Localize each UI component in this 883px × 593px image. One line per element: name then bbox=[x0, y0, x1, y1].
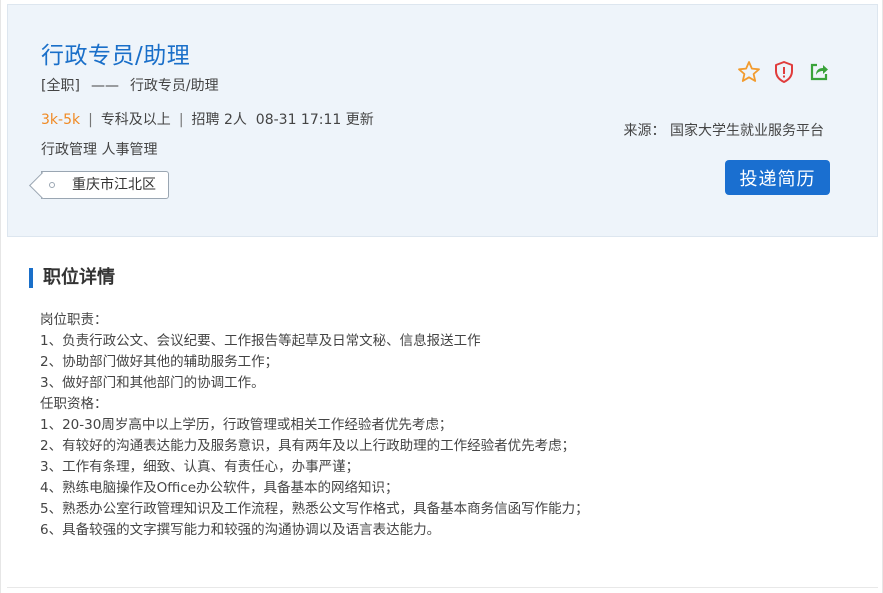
divider bbox=[7, 587, 878, 588]
star-icon[interactable] bbox=[737, 60, 761, 84]
section-heading: 职位详情 bbox=[29, 268, 115, 288]
salary: 3k-5k bbox=[41, 112, 81, 128]
job-title: 行政专员/助理 bbox=[41, 43, 191, 69]
action-icons bbox=[737, 59, 831, 85]
description-line: 2、协助部门做好其他的辅助服务工作； bbox=[40, 354, 279, 370]
job-detail-page: 行政专员/助理 [全职] —— 行政专员/助理 3k-5k | 专科及以上 | 招聘 2人 … bbox=[0, 0, 883, 593]
meta-divider: | bbox=[178, 112, 184, 128]
job-tags: 行政管理 人事管理 bbox=[41, 142, 158, 158]
meta-divider: | bbox=[88, 112, 93, 128]
description-line: 4、熟练电脑操作及Office办公软件，具备基本的网络知识； bbox=[40, 480, 399, 496]
description-line: 任职资格： bbox=[40, 396, 108, 412]
description-line: 岗位职责： bbox=[40, 312, 108, 328]
description-line: 6、具备较强的文字撰写能力和较强的沟通协调以及语言表达能力。 bbox=[40, 522, 441, 538]
description-line: 1、20-30周岁高中以上学历，行政管理或相关工作经验者优先考虑； bbox=[40, 417, 453, 433]
job-description: 岗位职责： 1、负责行政公文、会议纪要、工作报告等起草及日常文秘、信息报送工作 … bbox=[40, 310, 860, 541]
dash-separator: —— bbox=[90, 78, 119, 94]
description-line: 3、做好部门和其他部门的协调工作。 bbox=[40, 375, 265, 391]
description-line: 3、工作有条理，细致、认真、有责任心，办事严谨； bbox=[40, 459, 360, 475]
job-category: 行政专员/助理 bbox=[129, 78, 219, 94]
location-text: 重庆市江北区 bbox=[72, 177, 156, 193]
location-tag[interactable]: 重庆市江北区 bbox=[41, 171, 169, 199]
job-meta-line: 3k-5k | 专科及以上 | 招聘 2人 08-31 17:11 更新 bbox=[41, 109, 374, 129]
update-time: 08-31 17:11 更新 bbox=[255, 112, 374, 128]
description-line: 1、负责行政公文、会议纪要、工作报告等起草及日常文秘、信息报送工作 bbox=[40, 333, 481, 349]
description-line: 5、熟悉办公室行政管理知识及工作流程，熟悉公文写作格式，具备基本商务信函写作能力… bbox=[40, 501, 589, 517]
apply-resume-button[interactable]: 投递简历 bbox=[725, 160, 830, 195]
employment-type: [全职] bbox=[41, 78, 80, 94]
job-header-panel: 行政专员/助理 [全职] —— 行政专员/助理 3k-5k | 专科及以上 | 招聘 2人 … bbox=[7, 4, 878, 237]
education: 专科及以上 bbox=[100, 112, 171, 128]
share-icon[interactable] bbox=[807, 60, 831, 84]
tag-hole-icon bbox=[49, 182, 55, 188]
source-text: 来源： 国家大学生就业服务平台 bbox=[623, 123, 824, 139]
description-line: 2、有较好的沟通表达能力及服务意识，具有两年及以上行政助理的工作经验者优先考虑； bbox=[40, 438, 576, 454]
headcount: 招聘 2人 bbox=[191, 112, 247, 128]
job-type-line: [全职] —— 行政专员/助理 bbox=[41, 75, 219, 95]
shield-alert-icon[interactable] bbox=[772, 60, 796, 84]
